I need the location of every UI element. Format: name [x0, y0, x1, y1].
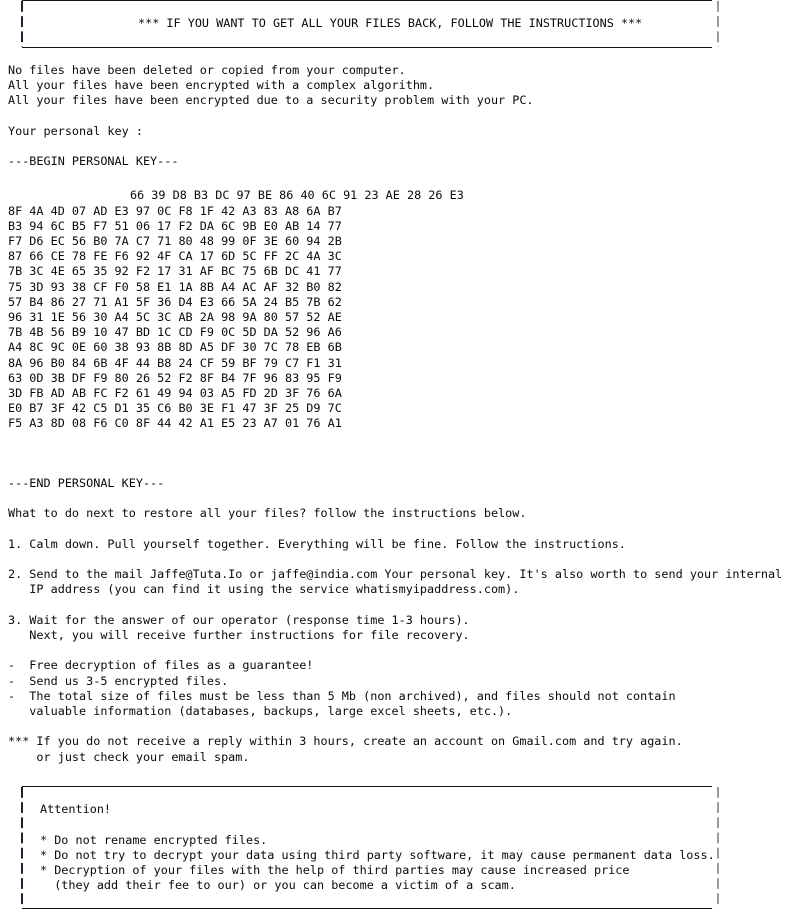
attention-left-pipe: [21, 786, 23, 908]
personal-key-row: E0 B7 3F 42 C5 D1 35 C6 B0 3E F1 47 3F 2…: [8, 401, 342, 416]
spacer-after-hex-2: [0, 447, 794, 462]
personal-key-row: 63 0D 3B DF F9 80 26 52 F2 8F B4 7F 96 8…: [8, 370, 342, 385]
spacer-before-notice: [0, 719, 794, 734]
spacer-after-hex-3: [0, 462, 794, 476]
attention-warning-3-line-1: * Decryption of your files with the help…: [40, 862, 630, 877]
personal-key-row: 8F 4A 4D 07 AD E3 97 0C F8 1F 42 A3 83 A…: [8, 203, 342, 218]
attention-title: Attention!: [40, 802, 112, 817]
attention-right-pipe: [717, 786, 719, 908]
guarantee-bullet-2: - Send us 3-5 encrypted files.: [8, 673, 229, 688]
attention-body: Attention! * Do not rename encrypted fil…: [0, 786, 794, 908]
spacer-after-hex: [0, 432, 794, 447]
spacer-before-step3: [0, 598, 794, 613]
guarantee-bullet-3-line-2: valuable information (databases, backups…: [8, 703, 513, 718]
personal-key-row: 8A 96 B0 84 6B 4F 44 B8 24 CF 59 BF 79 C…: [8, 355, 342, 370]
banner-spacer-bottom: [0, 31, 794, 46]
spacer-before-hex: [0, 169, 794, 184]
personal-key-row: 87 66 CE 78 FE F6 92 4F CA 17 6D 5C FF 2…: [8, 249, 342, 264]
guarantee-bullet-3-line-1: - The total size of files must be less t…: [8, 688, 676, 703]
personal-key-row: 3D FB AD AB FC F2 61 49 94 03 A5 FD 2D 3…: [8, 386, 342, 400]
personal-key-row: 66 39 D8 B3 DC 97 BE 86 40 6C 91 23 AE 2…: [130, 188, 464, 203]
intro-line-2: All your files have been encrypted with …: [8, 77, 435, 92]
spacer-before-step2: [0, 552, 794, 567]
personal-key-hex-block: 66 39 D8 B3 DC 97 BE 86 40 6C 91 23 AE 2…: [0, 188, 794, 431]
spacer-before-guarantees: [0, 643, 794, 658]
intro-line-1: No files have been deleted or copied fro…: [8, 62, 406, 77]
intro-block: No files have been deleted or copied fro…: [0, 63, 794, 109]
ransom-note-page: *** IF YOU WANT TO GET ALL YOUR FILES BA…: [0, 0, 794, 909]
instruction-step-2-line-1: 2. Send to the mail Jaffe@Tuta.Io or jaf…: [8, 567, 783, 582]
banner-title: *** IF YOU WANT TO GET ALL YOUR FILES BA…: [138, 16, 643, 31]
instructions-lead: What to do next to restore all your file…: [8, 506, 527, 521]
attention-spacer-2: [0, 817, 794, 832]
instruction-step-1: 1. Calm down. Pull yourself together. Ev…: [8, 536, 626, 551]
spacer-before-step1: [0, 522, 794, 537]
personal-key-row: 57 B4 86 27 71 A1 5F 36 D4 E3 66 5A 24 B…: [8, 294, 342, 309]
attention-spacer-1: [0, 787, 794, 802]
personal-key-row: F7 D6 EC 56 B0 7A C7 71 80 48 99 0F 3E 6…: [8, 233, 342, 248]
personal-key-row: 7B 4B 56 B9 10 47 BD 1C CD F9 0C 5D DA 5…: [8, 325, 342, 340]
banner-spacer-top: [0, 1, 794, 16]
personal-key-row: F5 A3 8D 08 F6 C0 8F 44 42 A1 E5 23 A7 0…: [8, 416, 342, 431]
instruction-step-3-line-1: 3. Wait for the answer of our operator (…: [8, 612, 470, 627]
header-banner-box: *** IF YOU WANT TO GET ALL YOUR FILES BA…: [0, 0, 794, 48]
attention-box: Attention! * Do not rename encrypted fil…: [0, 785, 794, 909]
instruction-step-3-line-2: Next, you will receive further instructi…: [8, 627, 470, 642]
spacer-after-banner: [0, 48, 794, 63]
attention-warning-3-line-2: (they add their fee to our) or you can b…: [40, 878, 516, 893]
key-begin-marker: ---BEGIN PERSONAL KEY---: [8, 153, 179, 168]
attention-spacer-3: [0, 893, 794, 908]
notice-line-2: or just check your email spam.: [8, 749, 250, 764]
personal-key-row: B3 94 6C B5 F7 51 06 17 F2 DA 6C 9B E0 A…: [8, 218, 342, 233]
spacer-before-key-begin: [0, 139, 794, 154]
personal-key-row: 7B 3C 4E 65 35 92 F2 17 31 AF BC 75 6B D…: [8, 264, 342, 279]
banner-bottom-rule: [22, 46, 712, 48]
personal-key-row: A4 8C 9C 0E 60 38 93 8B 8D A5 DF 30 7C 7…: [8, 340, 342, 355]
notice-line-1: *** If you do not receive a reply within…: [8, 734, 683, 749]
banner-body: *** IF YOU WANT TO GET ALL YOUR FILES BA…: [0, 1, 794, 47]
banner-right-pipe: [717, 1, 719, 47]
key-end-marker: ---END PERSONAL KEY---: [8, 475, 165, 490]
intro-line-3: All your files have been encrypted due t…: [8, 93, 534, 108]
spacer-after-intro: [0, 108, 794, 123]
spacer-before-attention: [0, 765, 794, 780]
banner-left-pipe: [21, 1, 23, 47]
attention-warning-2: * Do not try to decrypt your data using …: [40, 847, 715, 862]
spacer-after-key-end: [0, 491, 794, 506]
instruction-step-2-line-2: IP address (you can find it using the se…: [8, 582, 520, 597]
personal-key-label: Your personal key :: [8, 123, 143, 138]
personal-key-row: 75 3D 93 38 CF F0 58 E1 1A 8B A4 AC AF 3…: [8, 279, 342, 294]
attention-warning-1: * Do not rename encrypted files.: [40, 832, 268, 847]
personal-key-row: 96 31 1E 56 30 A4 5C 3C AB 2A 98 9A 80 5…: [8, 309, 342, 324]
guarantee-bullet-1: - Free decryption of files as a guarante…: [8, 658, 314, 673]
